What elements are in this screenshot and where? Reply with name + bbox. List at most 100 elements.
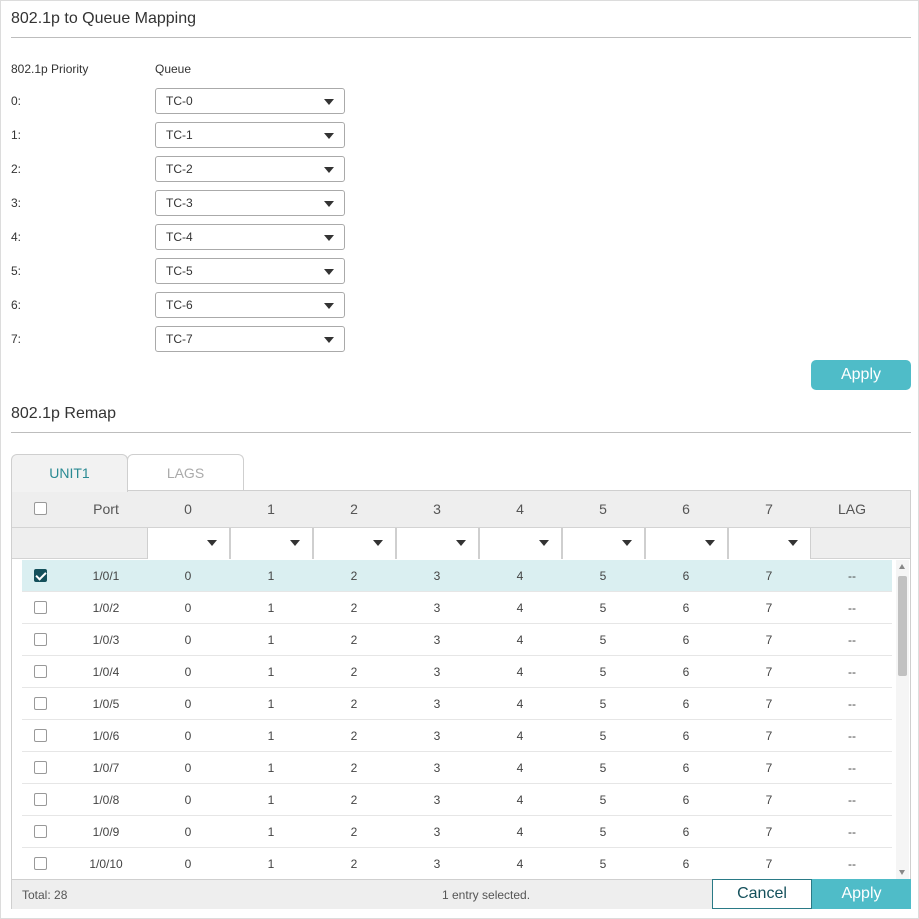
remap-apply-button[interactable]: Apply bbox=[812, 879, 911, 909]
table-row[interactable]: 1/0/7 0 1 2 3 4 5 6 7 -- bbox=[22, 752, 892, 784]
table-row[interactable]: 1/0/8 0 1 2 3 4 5 6 7 -- bbox=[22, 784, 892, 816]
priority-value-cell: 2 bbox=[350, 665, 358, 679]
queue-select-value: TC-1 bbox=[166, 128, 193, 142]
queue-select[interactable]: TC-5 bbox=[155, 258, 345, 284]
chevron-down-icon bbox=[324, 337, 334, 343]
queue-select[interactable]: TC-3 bbox=[155, 190, 345, 216]
column-filter-select[interactable] bbox=[396, 528, 479, 559]
chevron-down-icon bbox=[324, 99, 334, 105]
tab-lags[interactable]: LAGS bbox=[127, 454, 244, 491]
priority-label: 4: bbox=[11, 230, 22, 244]
priority-value-cell: 1 bbox=[267, 697, 275, 711]
queue-select[interactable]: TC-7 bbox=[155, 326, 345, 352]
divider bbox=[11, 37, 911, 38]
table-row[interactable]: 1/0/6 0 1 2 3 4 5 6 7 -- bbox=[22, 720, 892, 752]
priority-label: 0: bbox=[11, 94, 22, 108]
queue-select[interactable]: TC-6 bbox=[155, 292, 345, 318]
priority-value-cell: 0 bbox=[184, 761, 192, 775]
priority-value-cell: 7 bbox=[765, 601, 773, 615]
priority-value-cell: 1 bbox=[267, 729, 275, 743]
queue-select-value: TC-6 bbox=[166, 298, 193, 312]
chevron-down-icon bbox=[705, 540, 715, 546]
table-row[interactable]: 1/0/9 0 1 2 3 4 5 6 7 -- bbox=[22, 816, 892, 848]
chevron-down-icon bbox=[324, 269, 334, 275]
queue-select[interactable]: TC-0 bbox=[155, 88, 345, 114]
column-filter-select[interactable] bbox=[728, 528, 811, 559]
lag-cell: -- bbox=[848, 665, 856, 679]
queue-select-value: TC-3 bbox=[166, 196, 193, 210]
priority-value-cell: 0 bbox=[184, 665, 192, 679]
scroll-down-icon[interactable] bbox=[899, 870, 905, 875]
table-row[interactable]: 1/0/2 0 1 2 3 4 5 6 7 -- bbox=[22, 592, 892, 624]
table-row[interactable]: 1/0/1 0 1 2 3 4 5 6 7 -- bbox=[22, 560, 892, 592]
select-all-checkbox[interactable] bbox=[34, 502, 47, 515]
row-checkbox[interactable] bbox=[34, 857, 47, 870]
priority-value-cell: 7 bbox=[765, 793, 773, 807]
table-row[interactable]: 1/0/10 0 1 2 3 4 5 6 7 -- bbox=[22, 848, 892, 879]
column-filter-select[interactable] bbox=[479, 528, 562, 559]
column-filter-select[interactable] bbox=[562, 528, 645, 559]
priority-value-cell: 2 bbox=[350, 793, 358, 807]
row-checkbox[interactable] bbox=[34, 761, 47, 774]
priority-value-cell: 3 bbox=[433, 761, 441, 775]
queue-select[interactable]: TC-4 bbox=[155, 224, 345, 250]
priority-value-cell: 2 bbox=[350, 569, 358, 583]
table-row[interactable]: 1/0/5 0 1 2 3 4 5 6 7 -- bbox=[22, 688, 892, 720]
row-checkbox[interactable] bbox=[34, 665, 47, 678]
priority-value-cell: 7 bbox=[765, 665, 773, 679]
priority-value-cell: 4 bbox=[516, 665, 524, 679]
priority-value-cell: 7 bbox=[765, 761, 773, 775]
lag-cell: -- bbox=[848, 633, 856, 647]
priority-value-cell: 2 bbox=[350, 601, 358, 615]
port-cell: 1/0/10 bbox=[89, 857, 123, 871]
priority-label: 7: bbox=[11, 332, 22, 346]
scroll-up-icon[interactable] bbox=[899, 564, 905, 569]
column-filter-select[interactable] bbox=[313, 528, 396, 559]
chevron-down-icon bbox=[290, 540, 300, 546]
port-cell: 1/0/6 bbox=[92, 729, 120, 743]
priority-value-cell: 6 bbox=[682, 633, 690, 647]
table-row[interactable]: 1/0/4 0 1 2 3 4 5 6 7 -- bbox=[22, 656, 892, 688]
mapping-apply-button[interactable]: Apply bbox=[811, 360, 911, 390]
priority-value-cell: 6 bbox=[682, 761, 690, 775]
column-header: 3 bbox=[433, 501, 441, 517]
priority-value-cell: 2 bbox=[350, 697, 358, 711]
scroll-thumb[interactable] bbox=[898, 576, 907, 676]
table-header-row: Port 0 1 2 3 4 5 6 7 LAG bbox=[12, 491, 910, 528]
priority-value-cell: 5 bbox=[599, 729, 607, 743]
priority-value-cell: 0 bbox=[184, 633, 192, 647]
vertical-scrollbar[interactable] bbox=[896, 560, 909, 879]
row-checkbox[interactable] bbox=[34, 601, 47, 614]
chevron-down-icon bbox=[373, 540, 383, 546]
priority-value-cell: 3 bbox=[433, 665, 441, 679]
priority-value-cell: 6 bbox=[682, 601, 690, 615]
divider bbox=[11, 432, 911, 433]
cancel-button[interactable]: Cancel bbox=[712, 879, 812, 909]
row-checkbox[interactable] bbox=[34, 697, 47, 710]
table-row[interactable]: 1/0/3 0 1 2 3 4 5 6 7 -- bbox=[22, 624, 892, 656]
column-filter-select[interactable] bbox=[147, 528, 230, 559]
lag-cell: -- bbox=[848, 569, 856, 583]
column-filter-select[interactable] bbox=[645, 528, 728, 559]
port-cell: 1/0/5 bbox=[92, 697, 120, 711]
tab-unit1[interactable]: UNIT1 bbox=[11, 454, 128, 492]
chevron-down-icon bbox=[324, 201, 334, 207]
port-cell: 1/0/9 bbox=[92, 825, 120, 839]
queue-select[interactable]: TC-1 bbox=[155, 122, 345, 148]
priority-value-cell: 4 bbox=[516, 633, 524, 647]
row-checkbox[interactable] bbox=[34, 825, 47, 838]
column-filter-select[interactable] bbox=[230, 528, 313, 559]
port-cell: 1/0/7 bbox=[92, 761, 120, 775]
filter-row bbox=[12, 528, 910, 559]
table-body: 1/0/1 0 1 2 3 4 5 6 7 -- 1/0/2 0 1 2 3 4 5 6 7 -- 1/0/3 0 1 2 3 4… bbox=[22, 560, 892, 879]
row-checkbox[interactable] bbox=[34, 729, 47, 742]
lag-cell: -- bbox=[848, 793, 856, 807]
priority-value-cell: 6 bbox=[682, 857, 690, 871]
row-checkbox[interactable] bbox=[34, 633, 47, 646]
priority-column-header: 802.1p Priority bbox=[11, 62, 89, 76]
queue-select[interactable]: TC-2 bbox=[155, 156, 345, 182]
row-checkbox[interactable] bbox=[34, 793, 47, 806]
row-checkbox[interactable] bbox=[34, 569, 47, 582]
priority-value-cell: 7 bbox=[765, 633, 773, 647]
column-header: 2 bbox=[350, 501, 358, 517]
